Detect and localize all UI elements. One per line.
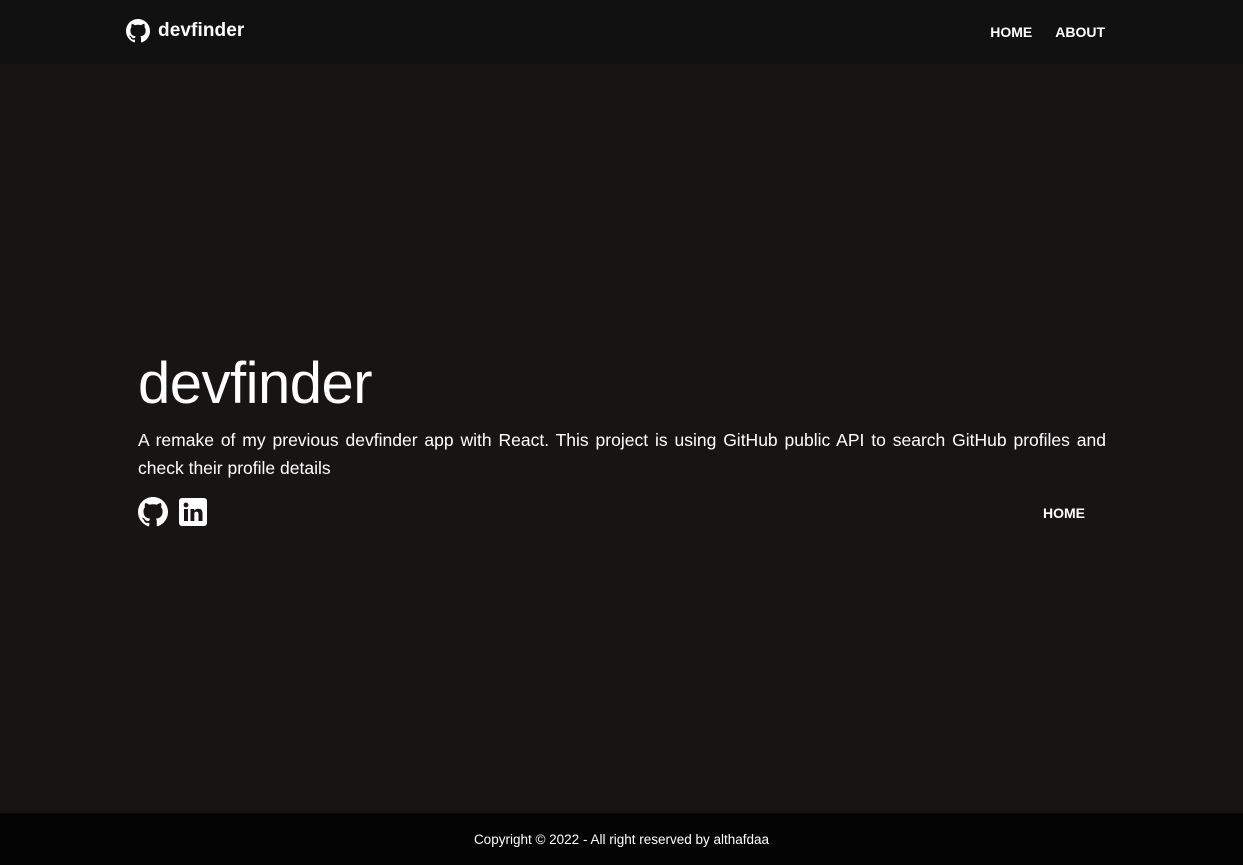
copyright-text: Copyright © 2022 - All right reserved by… <box>473 831 770 847</box>
about-description: A remake of my previous devfinder app wi… <box>138 430 1106 478</box>
footer: Copyright © 2022 - All right reserved by… <box>0 813 1243 865</box>
github-icon <box>138 497 168 527</box>
nav-links: HOME ABOUT <box>990 22 1105 42</box>
linkedin-link[interactable] <box>178 497 208 527</box>
github-link[interactable] <box>138 497 168 527</box>
github-icon <box>126 19 150 43</box>
linkedin-icon <box>178 497 208 527</box>
about-section: devfinder A remake of my previous devfin… <box>138 345 1106 482</box>
brand-link[interactable]: devfinder <box>126 18 244 44</box>
nav-link-about[interactable]: ABOUT <box>1055 22 1105 42</box>
brand-name: devfinder <box>158 20 245 41</box>
nav-link-home[interactable]: HOME <box>990 22 1032 42</box>
page-title: devfinder <box>138 351 373 416</box>
home-link[interactable]: HOME <box>1043 503 1085 523</box>
social-links <box>138 497 208 527</box>
navbar: devfinder HOME ABOUT <box>0 0 1243 64</box>
